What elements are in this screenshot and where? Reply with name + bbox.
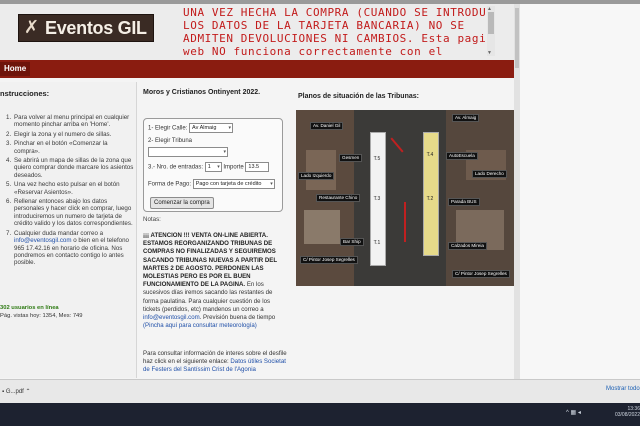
site-header: ✗ Eventos GIL UNA VEZ HECHA LA COMPRA (C… [0,4,520,60]
notice-text: ¡¡¡ ATENCION !!! VENTA ON-LINE ABIERTA. … [143,232,277,330]
chevron-up-icon[interactable]: ⌃ [26,389,31,395]
pago-select[interactable]: Pago con tarjeta de crédito ▾ [192,179,275,189]
map-label-barship: Bar Ship [340,238,364,246]
page-views: Pág. vistas hoy: 1354, Mes: 749 [0,313,83,319]
notice-line: ADMITEN DEVOLUCIONES NI CAMBIOS. Esta pa… [183,32,486,45]
contact-email-link[interactable]: info@eventosgil.com [14,237,72,244]
tribuna-label[interactable]: T.2 [423,196,437,202]
map-heading: Planos de situación de las Tribunas: [298,93,419,100]
entradas-label: 3.- Nro. de entradas: [148,164,204,171]
tribuna-label: 2- Elegir Tribuna [148,138,193,144]
download-filename: G...pdf [5,389,24,395]
map-label-almaig: Av. Almaig [452,114,480,122]
nav-bar: Home [0,60,520,78]
site-logo[interactable]: ✗ Eventos GIL [18,14,154,42]
map-label-gesmen: Gesmen [339,154,363,162]
map-label-izquierdo: Lado Izquierdo [298,172,335,180]
scrolling-notice: UNA VEZ HECHA LA COMPRA (CUANDO SE INTRO… [183,6,486,58]
tribuna-label[interactable]: T.3 [370,196,384,202]
weather-link[interactable]: (Pincha aquí para consultar meteorología… [143,322,257,329]
chevron-down-icon: ▾ [223,149,226,155]
importe-field[interactable]: 13.5 [245,162,270,172]
map-label-derecho: Lado Derecho [472,170,507,178]
calle-label: 1- Elegir Calle: [148,125,188,132]
volume-icon[interactable]: ◂ [578,410,581,416]
taskbar: ^ ▦ ◂ 13:36 03/08/2022 [0,403,640,426]
instructions-title: nstrucciones: [0,89,50,98]
event-heading: Moros y Cristianos Ontinyent 2022. [143,89,261,96]
logo-text: Eventos GIL [45,18,147,38]
instructions-list: 1. Para volver al menu principal en cualq… [6,114,134,269]
home-link[interactable]: Home [0,62,31,76]
map-label-daniel: Av. Daniel Gil [310,122,344,130]
scroll-down-icon[interactable]: ▼ [487,50,492,56]
tray-icons[interactable]: ^ ▦ ◂ [566,409,581,416]
info-text: Para consultar información de interes so… [143,350,287,373]
chevron-down-icon: ▾ [217,164,220,170]
visit-counter: 302 usuarios en línea Pág. vistas hoy: 1… [0,304,83,320]
support-email-link[interactable]: info@eventosgil.com [143,314,200,321]
scrollbar-thumb[interactable] [488,12,494,34]
tribunas-map[interactable]: T.5 T.4 T.3 T.2 T.1 Av. Daniel Gil Gesme… [296,110,514,286]
map-label-autoescuela: AutoEscuela [446,152,478,160]
instructions-sidebar: nstrucciones: 1. Para volver al menu prin… [0,82,137,378]
logo-mark-icon: ✗ [24,17,40,38]
direction-arrow [404,202,406,242]
clock-date: 03/08/2022 [614,412,640,418]
entradas-select[interactable]: 1 ▾ [204,162,222,172]
scrollbar-thumb[interactable] [515,8,519,68]
pdf-file-icon: ▪ [2,389,5,395]
map-label-sagrelles-right: C/ Pintor Josep Segrelles [452,270,510,278]
purchase-form: 1- Elegir Calle: Av Almaig ▾ 2- Elegir Tr… [143,118,283,212]
calle-select[interactable]: Av Almaig ▾ [189,123,234,133]
map-label-parada: Parada BUS [448,198,480,206]
chevron-up-icon[interactable]: ^ [566,410,569,416]
instruction-step: 4. Se abrirá un mapa de sillas de la zona… [6,157,134,179]
instruction-step: 2. Elegir la zona y el numero de sillas. [6,130,112,138]
pago-label: Forma de Pago: [148,181,192,188]
tribuna-label[interactable]: T.1 [370,240,384,246]
instruction-step: 7. Cualquier duda mandar correo a info@ev… [6,229,129,267]
instruction-step: 6. Rellenar entonces abajo los datos pers… [6,198,133,228]
download-bar: ▪ G...pdf ⌃ Mostrar todo [0,379,640,404]
notice-scrollbar[interactable]: ▲ ▼ [487,6,495,56]
notice-line: web NO funciona correctamente con el [183,45,444,58]
network-icon[interactable]: ▦ [571,410,577,416]
notice-bold: ¡¡¡ ATENCION !!! VENTA ON-LINE ABIERTA. … [143,232,277,289]
instruction-step: 5. Una vez hecho esto pulsar en el botón … [6,181,120,196]
chevron-down-icon: ▾ [270,181,273,187]
page-margin [520,4,640,379]
users-online: 302 usuarios en línea [0,305,59,311]
instruction-step: 1. Para volver al menu principal en cualq… [6,114,130,129]
map-label-restaurante: Restaurante Chino [316,194,361,202]
tribuna-label[interactable]: T.4 [423,152,437,158]
instruction-step: 3. Pinchar en el botón «Comenzar la compr… [6,140,108,155]
tribuna-select[interactable]: ▾ [148,147,228,157]
chevron-down-icon: ▾ [228,125,232,131]
notes-label: Notas: [143,216,161,223]
tribuna-right-band [423,132,439,256]
map-label-calzados: Calzados Mireia [448,242,487,250]
notice-line: UNA VEZ HECHA LA COMPRA (CUANDO SE INTRO… [183,6,486,19]
importe-label: Importe [223,164,244,171]
tribuna-label[interactable]: T.5 [370,156,384,162]
clock[interactable]: 13:36 03/08/2022 [584,406,640,418]
map-label-sagrelles-left: C/ Pintor Josep Segrelles [300,256,358,264]
tribunas-map-section: Planos de situación de las Tribunas: T.5… [296,82,520,378]
purchase-column: Moros y Cristianos Ontinyent 2022. 1- El… [137,82,287,378]
show-all-button[interactable]: Mostrar todo [606,386,640,392]
web-page: ✗ Eventos GIL UNA VEZ HECHA LA COMPRA (C… [0,4,640,379]
start-purchase-button[interactable]: Comenzar la compra [150,197,214,209]
notice-line: LOS DATOS DE LA TARJETA BANCARIA) NO SE [183,19,465,32]
download-item[interactable]: ▪ G...pdf ⌃ [0,384,112,400]
